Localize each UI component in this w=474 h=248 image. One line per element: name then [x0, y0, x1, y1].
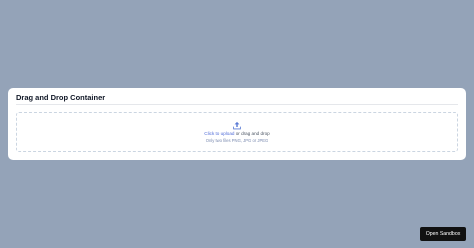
- file-type-hint: Only two files PNG, JPG or JPEG: [205, 138, 269, 143]
- drag-drop-card: Drag and Drop Container Click to upload …: [8, 88, 466, 160]
- file-dropzone[interactable]: Click to upload or drag and drop Only tw…: [16, 112, 458, 152]
- open-sandbox-button[interactable]: Open Sandbox: [420, 227, 466, 241]
- upload-instructions: Click to upload or drag and drop: [17, 131, 457, 137]
- drag-drop-text: or drag and drop: [234, 131, 270, 136]
- upload-icon: [233, 121, 241, 130]
- click-to-upload-link[interactable]: Click to upload: [204, 131, 234, 136]
- card-title: Drag and Drop Container: [16, 93, 106, 102]
- divider: [16, 104, 458, 105]
